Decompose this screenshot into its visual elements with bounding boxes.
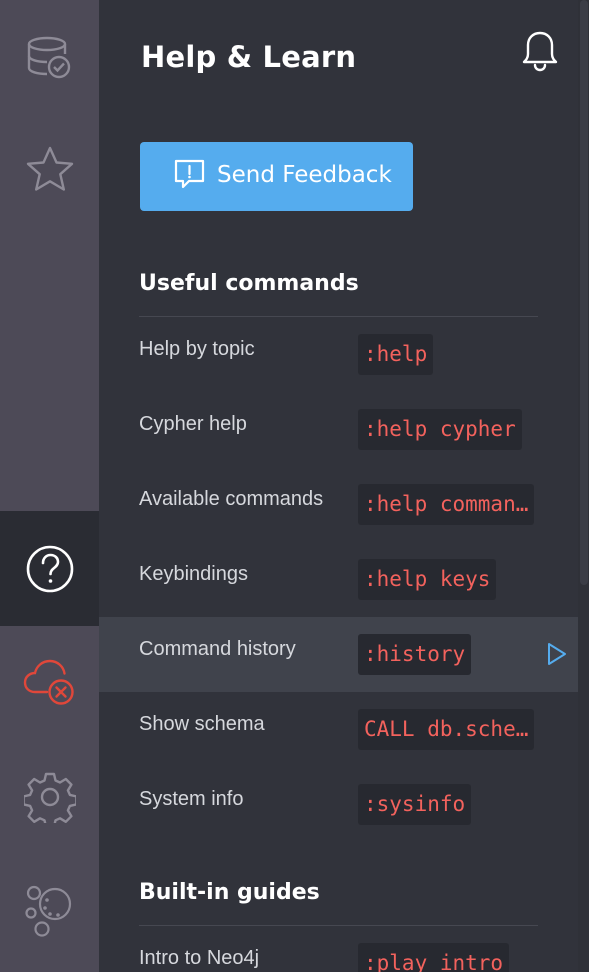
- built-in-guides-heading: Built-in guides: [139, 880, 320, 905]
- command-label: Cypher help: [139, 413, 247, 435]
- play-icon[interactable]: [546, 642, 568, 666]
- command-label: System info: [139, 788, 244, 810]
- sidebar-nav: [0, 0, 99, 972]
- command-code[interactable]: :help cypher: [358, 409, 522, 450]
- guide-command-code[interactable]: :play intro: [358, 943, 510, 972]
- command-row-available-commands[interactable]: Available commands :help comman…: [99, 467, 578, 542]
- send-feedback-button[interactable]: Send Feedback: [140, 142, 413, 211]
- command-row-cypher-help[interactable]: Cypher help :help cypher: [99, 392, 578, 467]
- guide-label: Intro to Neo4j: [139, 947, 260, 969]
- command-row-sysinfo[interactable]: System info :sysinfo: [99, 767, 578, 842]
- command-label: Help by topic: [139, 338, 255, 360]
- gear-icon: [23, 772, 76, 823]
- command-row-help[interactable]: Help by topic :help: [99, 317, 578, 392]
- nav-about-button[interactable]: [0, 852, 99, 967]
- notifications-button[interactable]: [517, 28, 563, 74]
- command-label: Keybindings: [139, 563, 248, 585]
- command-code[interactable]: :history: [358, 634, 472, 675]
- database-icon: [27, 36, 70, 78]
- star-icon: [26, 146, 73, 191]
- neo4j-logo-icon: [24, 885, 71, 937]
- send-feedback-label: Send Feedback: [217, 162, 392, 188]
- command-code[interactable]: CALL db.sche…: [358, 709, 535, 750]
- command-row-history[interactable]: Command history :history: [99, 617, 578, 692]
- help-drawer: Help & Learn Send Feedback Useful comman…: [99, 0, 578, 972]
- command-code[interactable]: :sysinfo: [358, 784, 472, 825]
- command-label: Available commands: [139, 488, 324, 510]
- nav-favorites-button[interactable]: [0, 112, 99, 227]
- bell-icon: [522, 31, 558, 72]
- drawer-scrollbar[interactable]: [578, 0, 589, 972]
- nav-settings-button[interactable]: [0, 739, 99, 854]
- nav-help-button[interactable]: [0, 511, 99, 626]
- scrollbar-thumb[interactable]: [580, 0, 588, 585]
- useful-commands-heading: Useful commands: [139, 271, 359, 296]
- guide-row-intro[interactable]: Intro to Neo4j :play intro: [99, 926, 578, 972]
- command-code[interactable]: :help: [358, 334, 434, 375]
- nav-cloud-button[interactable]: [0, 624, 99, 739]
- feedback-icon: [174, 159, 205, 189]
- command-code[interactable]: :help comman…: [358, 484, 535, 525]
- drawer-title: Help & Learn: [141, 40, 357, 74]
- command-code[interactable]: :help keys: [358, 559, 497, 600]
- cloud-disconnected-icon: [23, 659, 74, 705]
- command-label: Show schema: [139, 713, 265, 735]
- command-row-schema[interactable]: Show schema CALL db.sche…: [99, 692, 578, 767]
- help-icon: [26, 545, 73, 592]
- command-row-keybindings[interactable]: Keybindings :help keys: [99, 542, 578, 617]
- nav-database-button[interactable]: [0, 0, 99, 115]
- command-label: Command history: [139, 638, 296, 660]
